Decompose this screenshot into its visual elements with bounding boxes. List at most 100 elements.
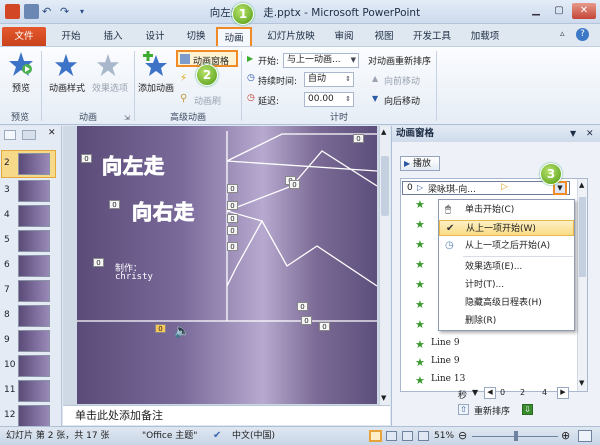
minimize-ribbon-icon[interactable]: ▵ (560, 29, 565, 39)
slide-thumbnail[interactable] (18, 405, 50, 427)
redo-icon[interactable]: ↷ (60, 4, 75, 19)
animation-painter-button[interactable]: 动画刷 (194, 94, 221, 107)
slideshow-icon[interactable] (418, 431, 429, 441)
slide-canvas[interactable]: 向左走 向右走 制作： christy 🔈 0 0 0 0 0 0 0 0 0 … (77, 126, 377, 404)
zoom-level[interactable]: 51% (434, 427, 454, 445)
scroll-thumb[interactable] (579, 197, 586, 277)
zoom-slider-thumb[interactable] (514, 431, 518, 441)
menu-item-on-click[interactable]: 🖱 单击开始(C) (439, 202, 574, 218)
zoom-out-icon[interactable]: ⊖ (458, 427, 467, 444)
slide-thumbnail[interactable] (18, 380, 50, 402)
fit-to-window-icon[interactable] (578, 430, 592, 442)
slide-thumbnail[interactable] (18, 330, 50, 352)
customize-quick-access-icon[interactable]: ▾ (80, 4, 95, 19)
menu-item-timing[interactable]: 计时(T)... (439, 277, 574, 293)
animation-painter-icon[interactable]: ⚲ (180, 93, 187, 104)
animation-tag-selected[interactable]: 0 (155, 324, 166, 333)
close-pane-icon[interactable]: ✕ (586, 126, 594, 142)
animation-tag[interactable]: 0 (227, 214, 238, 223)
undo-icon[interactable]: ↶ (42, 4, 57, 19)
tab-slideshow[interactable]: 幻灯片放映 (261, 27, 321, 46)
menu-item-hide-timeline[interactable]: 隐藏高级日程表(H) (439, 295, 574, 311)
scroll-up-icon[interactable]: ▲ (579, 181, 584, 189)
animation-tag[interactable]: 0 (227, 201, 238, 210)
minimize-icon[interactable]: ▁ (526, 3, 546, 19)
animation-tag[interactable]: 0 (289, 180, 300, 189)
add-animation-button[interactable]: 添加动画 (136, 81, 176, 94)
pane-options-icon[interactable]: ▼ (570, 126, 576, 142)
start-select[interactable]: 与上一动画... ▼ (283, 53, 359, 68)
menu-item-remove[interactable]: 删除(R) (439, 313, 574, 329)
save-icon[interactable] (24, 4, 39, 19)
menu-item-after-previous[interactable]: ◷ 从上一项之后开始(A) (439, 238, 574, 254)
reading-view-icon[interactable] (402, 431, 413, 441)
animation-tag[interactable]: 0 (81, 154, 92, 163)
move-down-icon[interactable]: ⇩ (522, 404, 533, 415)
chevron-down-icon[interactable]: ▼ (472, 388, 478, 397)
zoom-in-icon[interactable]: ⊕ (561, 427, 570, 444)
theme-name[interactable]: "Office 主题" (142, 427, 197, 445)
slide-thumbnail[interactable] (18, 255, 50, 277)
play-button[interactable]: ▶ 播放 (400, 156, 440, 171)
animation-tag[interactable]: 0 (319, 322, 330, 331)
slide-thumbnail[interactable] (18, 230, 50, 252)
slide-thumbnail[interactable] (18, 280, 50, 302)
scroll-down-icon[interactable]: ▼ (579, 379, 584, 387)
sound-speaker-icon[interactable]: 🔈 (174, 324, 190, 339)
animation-styles-star-icon[interactable] (54, 53, 78, 77)
slides-tab-icon[interactable] (4, 130, 16, 140)
author-name[interactable]: christy (115, 272, 153, 282)
spinner-icon[interactable]: ⇕ (345, 93, 351, 106)
maximize-icon[interactable]: ▢ (549, 3, 569, 19)
animation-tag[interactable]: 0 (301, 316, 312, 325)
menu-item-with-previous[interactable]: ✔ 从上一项开始(W) (439, 220, 574, 236)
move-later-icon[interactable]: ▼ (372, 94, 378, 103)
timeline-right-icon[interactable]: ▶ (557, 387, 569, 399)
move-up-icon[interactable]: ⇧ (458, 404, 469, 415)
tab-file[interactable]: 文件 (2, 27, 46, 46)
menu-item-effect-options[interactable]: 效果选项(E)... (439, 259, 574, 275)
tab-review[interactable]: 审阅 (326, 27, 362, 46)
delay-input[interactable]: 00.00 ⇕ (304, 92, 354, 107)
slide-title-left[interactable]: 向左走 (102, 150, 165, 179)
animation-tag[interactable]: 0 (227, 226, 238, 235)
animation-tag[interactable]: 0 (227, 184, 238, 193)
animation-tag[interactable]: 0 (109, 200, 120, 209)
outline-tab-icon[interactable] (22, 130, 36, 140)
spinner-icon[interactable]: ⇕ (345, 73, 351, 86)
slide-thumbnail[interactable] (18, 205, 50, 227)
slide-title-right[interactable]: 向右走 (132, 196, 195, 225)
animation-tag[interactable]: 0 (353, 134, 364, 143)
animation-styles-button[interactable]: 动画样式 (44, 81, 90, 94)
tab-insert[interactable]: 插入 (96, 27, 130, 46)
tab-home[interactable]: 开始 (54, 27, 88, 46)
duration-input[interactable]: 自动 ⇕ (304, 72, 354, 87)
scroll-thumb[interactable] (381, 156, 389, 216)
help-icon[interactable]: ? (576, 28, 589, 41)
animation-item-label[interactable]: Line 9 (431, 356, 460, 366)
seconds-dropdown[interactable]: 秒 (458, 388, 470, 401)
language-indicator[interactable]: 中文(中国) (232, 427, 275, 445)
tab-addins[interactable]: 加载项 (462, 27, 508, 46)
animation-tag[interactable]: 0 (297, 302, 308, 311)
slide-scrollbar[interactable]: ▲ ▼ (379, 126, 390, 406)
add-animation-icon[interactable] (142, 51, 168, 77)
tab-design[interactable]: 设计 (138, 27, 172, 46)
tab-transitions[interactable]: 切换 (179, 27, 213, 46)
preview-button[interactable]: 预览 (6, 81, 36, 94)
animation-item-label[interactable]: Line 13 (431, 374, 465, 384)
close-icon[interactable]: ✕ (572, 3, 596, 19)
tab-developer[interactable]: 开发工具 (406, 27, 458, 46)
notes-pane[interactable]: 单击此处添加备注 (63, 405, 390, 425)
slide-sorter-icon[interactable] (386, 431, 397, 441)
slide-thumbnail[interactable] (18, 355, 50, 377)
animation-item-label[interactable]: Line 9 (431, 338, 460, 348)
slide-thumbnail[interactable] (18, 305, 50, 327)
scroll-up-icon[interactable]: ▲ (381, 128, 386, 136)
normal-view-icon[interactable] (369, 430, 382, 442)
preview-star-icon[interactable] (8, 51, 34, 77)
tab-view[interactable]: 视图 (366, 27, 402, 46)
animation-tag[interactable]: 0 (227, 242, 238, 251)
close-pane-icon[interactable]: ✕ (48, 128, 56, 138)
timeline-left-icon[interactable]: ◀ (484, 387, 496, 399)
